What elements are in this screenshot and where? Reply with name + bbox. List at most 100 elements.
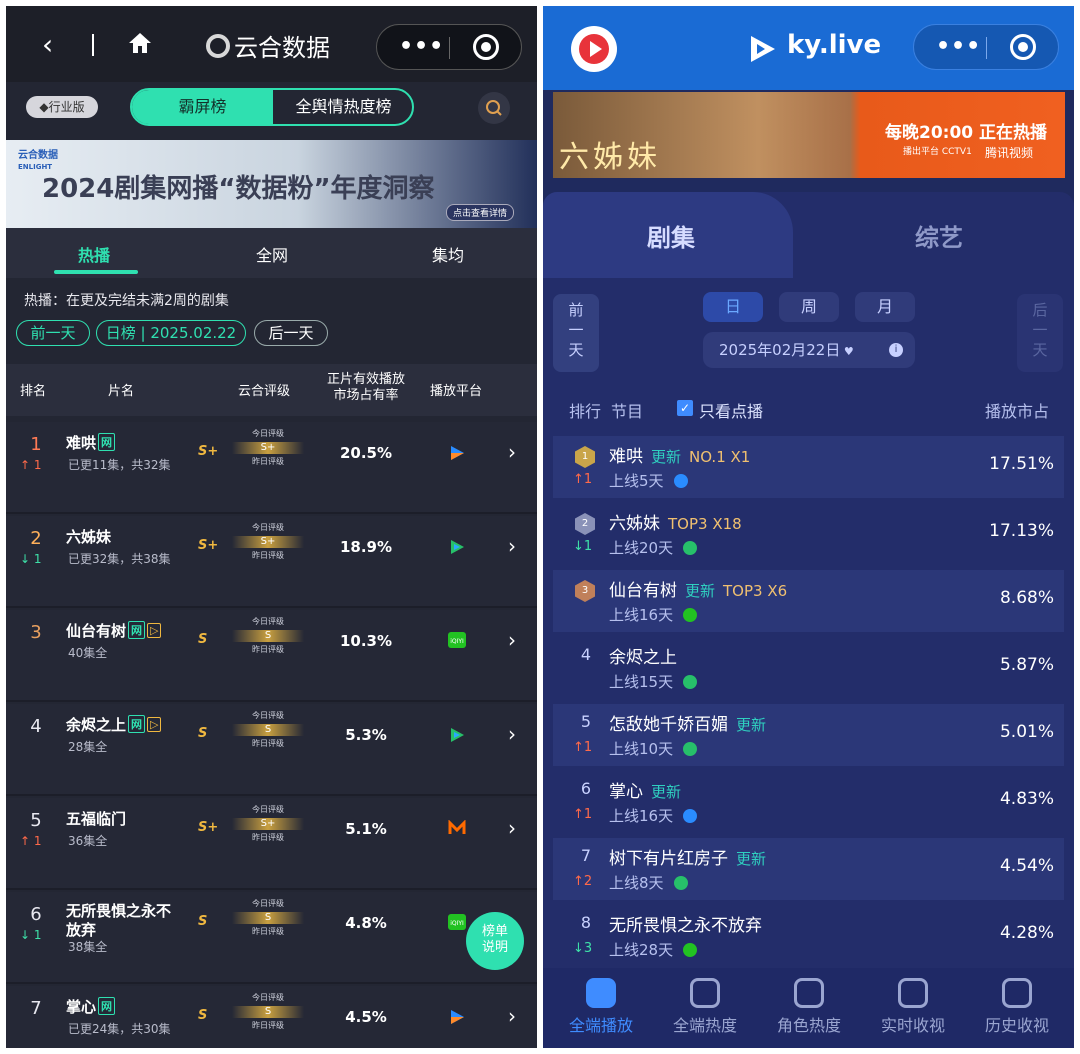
bottom-nav-item[interactable]: 全端播放 — [553, 978, 649, 1036]
show-title: 六姊妹 — [66, 528, 112, 546]
web-drama-tag: 网 — [98, 997, 116, 1015]
table-row[interactable]: 4 余烬之上 上线15天 5.87% — [553, 637, 1064, 699]
tencent-video-icon — [683, 675, 698, 689]
table-row[interactable]: 4 余烬之上网 ▷ 28集全 S 今日评级 S 昨日评级 5.3% › — [6, 704, 537, 796]
yesterday-grade-label: 昨日评级 — [252, 739, 284, 748]
table-row[interactable]: 5 ↑ 1 五福临门 36集全 S+ 今日评级 S+ 昨日评级 5.1% › — [6, 798, 537, 890]
realtime-rating-icon — [898, 978, 928, 1008]
yesterday-grade-label: 昨日评级 — [252, 551, 284, 560]
next-day-button[interactable]: 后一天 — [254, 320, 328, 346]
yesterday-grade-label: 昨日评级 — [252, 927, 284, 936]
more-icon[interactable]: ••• — [399, 34, 444, 59]
vip-tag: ▷ — [147, 623, 162, 638]
prev-day-button[interactable]: 前一天 — [16, 320, 90, 346]
table-row[interactable]: 2 ↓1 六姊妹 TOP3 X18 上线20天 17.13% — [553, 503, 1064, 565]
yesterday-grade-label: 昨日评级 — [252, 1021, 284, 1030]
web-drama-tag: 网 — [128, 621, 146, 639]
chevron-right-icon[interactable]: › — [508, 440, 516, 464]
home-icon[interactable] — [128, 32, 152, 54]
period-day[interactable]: 日 — [703, 292, 763, 322]
play-share: 17.13% — [989, 521, 1054, 541]
tab-drama[interactable]: 剧集 — [647, 218, 695, 253]
col-rank: 排名 — [20, 384, 47, 399]
table-row[interactable]: 5 ↑1 怎敌她千娇百媚 更新 上线10天 5.01% — [553, 704, 1064, 766]
prev-day-button[interactable]: 前一天 — [553, 294, 599, 372]
edition-badge[interactable]: ◆行业版 — [26, 96, 98, 118]
tab-bapingbang[interactable]: 霸屏榜 — [132, 90, 273, 124]
close-miniapp-icon[interactable] — [1010, 34, 1036, 60]
vod-only-label: 只看点播 — [699, 402, 764, 421]
grade-compare: 今日评级 S+ 昨日评级 — [228, 804, 308, 842]
back-icon[interactable]: ‹ — [42, 28, 53, 61]
chevron-right-icon[interactable]: › — [508, 628, 516, 652]
table-row[interactable]: 7 ↑2 树下有片红房子 更新 上线8天 4.54% — [553, 838, 1064, 900]
tab-jijun[interactable]: 集均 — [432, 242, 464, 266]
banner-cta[interactable]: 点击查看详情 — [446, 204, 515, 221]
annual-report-banner[interactable]: 云合数据 ENLIGHT 2024剧集网播“数据粉”年度洞察 点击查看详情 — [6, 140, 537, 228]
show-title: 仙台有树网 ▷ — [66, 620, 162, 641]
tab-quanwang[interactable]: 全网 — [256, 242, 288, 266]
web-drama-tag: 网 — [128, 715, 146, 733]
rank-number: 5 — [30, 810, 42, 831]
rebo-description: 热播：在更及完结未满2周的剧集 — [24, 293, 229, 309]
grade-compare: 今日评级 S 昨日评级 — [228, 710, 308, 748]
tab-quanyuqing[interactable]: 全舆情热度榜 — [273, 90, 412, 124]
rank-change: ↓ 1 — [20, 552, 42, 566]
chevron-right-icon[interactable]: › — [508, 1004, 516, 1028]
date-picker[interactable]: 2025年02月22日 ♥ i — [703, 332, 915, 368]
col-show: 节目 — [611, 402, 644, 421]
period-month[interactable]: 月 — [855, 292, 915, 322]
chevron-right-icon[interactable]: › — [508, 816, 516, 840]
bottom-nav-item[interactable]: 历史收视 — [969, 978, 1065, 1036]
banner-title: 2024剧集网播“数据粉”年度洞察 — [42, 174, 435, 204]
chevron-right-icon[interactable]: › — [508, 534, 516, 558]
market-share: 10.3% — [339, 632, 393, 650]
yesterday-grade-label: 昨日评级 — [252, 833, 284, 842]
more-icon[interactable]: ••• — [936, 34, 981, 59]
web-drama-tag: 网 — [98, 433, 116, 451]
table-row[interactable]: 3 仙台有树网 ▷ 40集全 S 今日评级 S 昨日评级 10.3% iQIYI … — [6, 610, 537, 702]
youku-icon — [448, 444, 466, 462]
capsule-menu: ••• — [376, 24, 522, 70]
period-week[interactable]: 周 — [779, 292, 839, 322]
tab-rebo[interactable]: 热播 — [78, 242, 110, 266]
today-grade-label: 今日评级 — [252, 993, 284, 1002]
rank-change: ↑1 — [573, 807, 593, 822]
tencent-video-icon — [683, 541, 698, 555]
tab-variety[interactable]: 综艺 — [915, 218, 963, 253]
next-day-button[interactable]: 后一天 — [1017, 294, 1063, 372]
table-row[interactable]: 3 仙台有树 更新 TOP3 X6 上线16天 8.68% — [553, 570, 1064, 632]
show-title: 掌心 更新 — [609, 782, 682, 802]
bottom-nav-item[interactable]: 角色热度 — [761, 978, 857, 1036]
date-selector[interactable]: 日榜 | 2025.02.22 — [96, 320, 246, 346]
vod-only-checkbox[interactable]: ✓ — [677, 400, 693, 416]
market-share: 5.1% — [345, 820, 387, 838]
col-rank: 排行 — [569, 402, 602, 421]
table-row[interactable]: 6 ↓ 1 无所畏惧之永不放弃 38集全 S 今日评级 S 昨日评级 4.8% … — [6, 892, 537, 984]
app-logo-icon[interactable] — [571, 26, 617, 72]
chevron-right-icon[interactable]: › — [508, 722, 516, 746]
drama-banner[interactable]: 六姊妹 每晚20:00 正在热播 播出平台 CCTV1 腾讯视频 — [553, 92, 1065, 178]
rank-change: ↑ 1 — [20, 458, 42, 472]
bottom-nav-item[interactable]: 全端热度 — [657, 978, 753, 1036]
app-title: 云合数据 — [234, 34, 330, 62]
table-row[interactable]: 7 掌心网 已更24集，共30集 S 今日评级 S 昨日评级 4.5% › — [6, 986, 537, 1048]
info-icon[interactable]: i — [889, 343, 903, 357]
table-row[interactable]: 8 ↓3 无所畏惧之永不放弃 上线28天 4.28% — [553, 905, 1064, 967]
rank-number: 7 — [580, 846, 592, 865]
top-streak-tag: TOP3 X6 — [723, 582, 788, 600]
table-row[interactable]: 1 ↑1 难哄 更新 NO.1 X1 上线5天 17.51% — [553, 436, 1064, 498]
iqiyi-icon: iQIYI — [448, 914, 466, 932]
bottom-nav: 全端播放 全端热度 角色热度 实时收视 历史收视 — [543, 968, 1074, 1048]
close-miniapp-icon[interactable] — [473, 34, 499, 60]
table-row[interactable]: 1 ↑ 1 难哄网 已更11集，共32集 S+ 今日评级 S+ 昨日评级 20.… — [6, 422, 537, 514]
bottom-nav-item[interactable]: 实时收视 — [865, 978, 961, 1036]
ranking-notes-button[interactable]: 榜单说明 — [466, 912, 524, 970]
today-grade-value: S+ — [232, 536, 304, 548]
silver-medal-icon: 2 — [575, 513, 595, 535]
grade-compare: 今日评级 S 昨日评级 — [228, 616, 308, 654]
table-row[interactable]: 2 ↓ 1 六姊妹 已更32集，共38集 S+ 今日评级 S+ 昨日评级 18.… — [6, 516, 537, 608]
table-row[interactable]: 6 ↑1 掌心 更新 上线16天 4.83% — [553, 771, 1064, 833]
today-grade-label: 今日评级 — [252, 429, 284, 438]
search-icon[interactable] — [478, 92, 510, 124]
